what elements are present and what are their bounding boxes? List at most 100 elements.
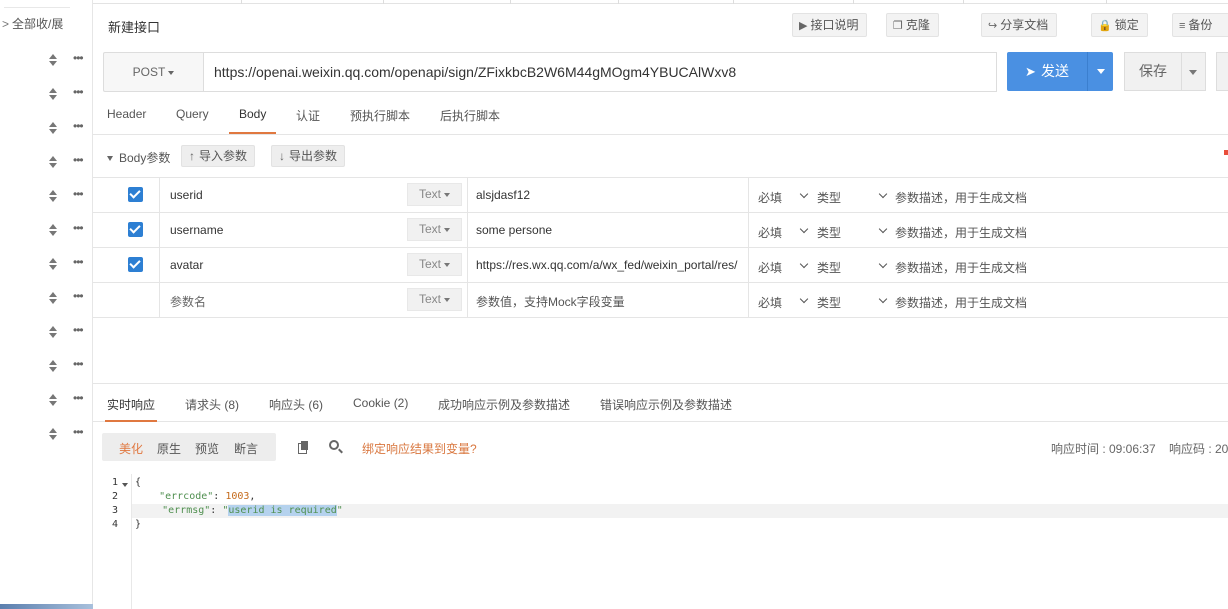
- param-name[interactable]: 参数名: [170, 293, 206, 310]
- more-icon[interactable]: •••: [73, 358, 84, 370]
- sidebar-item[interactable]: •••: [48, 120, 88, 135]
- chevron-down-icon[interactable]: [878, 294, 888, 304]
- sort-handle-icon[interactable]: [48, 189, 58, 203]
- sort-handle-icon[interactable]: [48, 359, 58, 373]
- sidebar-item[interactable]: •••: [48, 154, 88, 169]
- sort-handle-icon[interactable]: [48, 291, 58, 305]
- param-kind-select[interactable]: 类型: [817, 224, 841, 241]
- lock-button[interactable]: 🔒 锁定: [1091, 13, 1148, 37]
- param-desc[interactable]: 参数描述，用于生成文档: [895, 259, 1027, 276]
- sidebar-item[interactable]: •••: [48, 392, 88, 407]
- param-desc[interactable]: 参数描述，用于生成文档: [895, 224, 1027, 241]
- param-required-select[interactable]: 必填: [758, 294, 782, 311]
- row-checkbox[interactable]: [128, 257, 143, 272]
- more-icon[interactable]: •••: [73, 120, 84, 132]
- sidebar-item[interactable]: •••: [48, 426, 88, 441]
- param-type-select[interactable]: Text: [407, 218, 462, 241]
- param-required-select[interactable]: 必填: [758, 259, 782, 276]
- param-name[interactable]: username: [170, 223, 223, 237]
- param-kind-select[interactable]: 类型: [817, 294, 841, 311]
- format-beautify[interactable]: 美化: [119, 440, 143, 457]
- param-value[interactable]: some persone: [476, 223, 746, 237]
- sort-handle-icon[interactable]: [48, 87, 58, 101]
- param-kind-select[interactable]: 类型: [817, 189, 841, 206]
- param-value[interactable]: https://res.wx.qq.com/a/wx_fed/weixin_po…: [476, 258, 746, 272]
- tab-auth[interactable]: 认证: [296, 107, 320, 134]
- param-value[interactable]: alsjdasf12: [476, 188, 746, 202]
- more-icon[interactable]: •••: [73, 154, 84, 166]
- sidebar-item[interactable]: •••: [48, 358, 88, 373]
- sidebar-item[interactable]: •••: [48, 188, 88, 203]
- more-icon[interactable]: •••: [73, 256, 84, 268]
- sort-handle-icon[interactable]: [48, 393, 58, 407]
- sidebar-item[interactable]: •••: [48, 52, 88, 67]
- tab-live-response[interactable]: 实时响应: [105, 396, 158, 422]
- param-value[interactable]: 参数值，支持Mock字段变量: [476, 293, 746, 310]
- search-icon[interactable]: [329, 440, 339, 450]
- tab-response-headers[interactable]: 响应头 (6): [269, 396, 323, 422]
- send-dropdown-button[interactable]: [1087, 52, 1113, 91]
- sidebar-item[interactable]: •••: [48, 290, 88, 305]
- sort-handle-icon[interactable]: [48, 325, 58, 339]
- method-select[interactable]: POST: [103, 52, 203, 92]
- url-input[interactable]: [203, 52, 997, 92]
- fold-caret-icon[interactable]: [122, 483, 128, 487]
- tab-pre-script[interactable]: 预执行脚本: [350, 107, 410, 134]
- sidebar-item[interactable]: •••: [48, 86, 88, 101]
- param-kind-select[interactable]: 类型: [817, 259, 841, 276]
- chevron-down-icon[interactable]: [799, 294, 809, 304]
- tab-query[interactable]: Query: [176, 107, 209, 134]
- send-button[interactable]: ➤ 发送: [1007, 52, 1087, 91]
- param-required-select[interactable]: 必填: [758, 224, 782, 241]
- backup-button[interactable]: ≡ 备份: [1172, 13, 1228, 37]
- param-type-select[interactable]: Text: [407, 183, 462, 206]
- more-icon[interactable]: •••: [73, 324, 84, 336]
- param-type-select[interactable]: Text: [407, 253, 462, 276]
- chevron-down-icon[interactable]: [799, 259, 809, 269]
- sort-handle-icon[interactable]: [48, 53, 58, 67]
- tab-header[interactable]: Header: [107, 107, 146, 134]
- share-doc-button[interactable]: ↪ 分享文档: [981, 13, 1058, 37]
- copy-icon[interactable]: [298, 441, 309, 454]
- chevron-down-icon[interactable]: [878, 189, 888, 199]
- chevron-down-icon[interactable]: [878, 224, 888, 234]
- format-raw[interactable]: 原生: [157, 440, 181, 457]
- tab-post-script[interactable]: 后执行脚本: [440, 107, 500, 134]
- tab-success-example[interactable]: 成功响应示例及参数描述: [438, 396, 570, 422]
- sort-handle-icon[interactable]: [48, 155, 58, 169]
- more-icon[interactable]: •••: [73, 426, 84, 438]
- extra-button[interactable]: [1216, 52, 1228, 91]
- api-doc-button[interactable]: ▶ 接口说明: [792, 13, 868, 37]
- row-checkbox[interactable]: [128, 187, 143, 202]
- sort-handle-icon[interactable]: [48, 121, 58, 135]
- tab-cookie[interactable]: Cookie (2): [353, 396, 408, 422]
- sidebar-item[interactable]: •••: [48, 256, 88, 271]
- sidebar-item[interactable]: •••: [48, 324, 88, 339]
- row-checkbox[interactable]: [128, 222, 143, 237]
- sort-handle-icon[interactable]: [48, 223, 58, 237]
- tab-error-example[interactable]: 错误响应示例及参数描述: [600, 396, 732, 422]
- param-desc[interactable]: 参数描述，用于生成文档: [895, 189, 1027, 206]
- chevron-down-icon[interactable]: [799, 189, 809, 199]
- more-icon[interactable]: •••: [73, 188, 84, 200]
- more-icon[interactable]: •••: [73, 86, 84, 98]
- param-type-select[interactable]: Text: [407, 288, 462, 311]
- save-dropdown-button[interactable]: [1182, 52, 1206, 91]
- param-name[interactable]: userid: [170, 188, 203, 202]
- more-icon[interactable]: •••: [73, 52, 84, 64]
- more-icon[interactable]: •••: [73, 290, 84, 302]
- param-required-select[interactable]: 必填: [758, 189, 782, 206]
- body-params-toggle[interactable]: Body参数: [107, 149, 170, 166]
- clone-button[interactable]: ❐ 克隆: [886, 13, 939, 37]
- param-name[interactable]: avatar: [170, 258, 203, 272]
- collapse-all-toggle[interactable]: > 全部收/展: [0, 15, 63, 33]
- chevron-down-icon[interactable]: [799, 224, 809, 234]
- param-desc[interactable]: 参数描述，用于生成文档: [895, 294, 1027, 311]
- more-icon[interactable]: •••: [73, 392, 84, 404]
- sort-handle-icon[interactable]: [48, 427, 58, 441]
- import-params-button[interactable]: ↑ 导入参数: [181, 145, 256, 167]
- sort-handle-icon[interactable]: [48, 257, 58, 271]
- tab-body[interactable]: Body: [229, 107, 277, 134]
- more-icon[interactable]: •••: [73, 222, 84, 234]
- tab-request-headers[interactable]: 请求头 (8): [185, 396, 239, 422]
